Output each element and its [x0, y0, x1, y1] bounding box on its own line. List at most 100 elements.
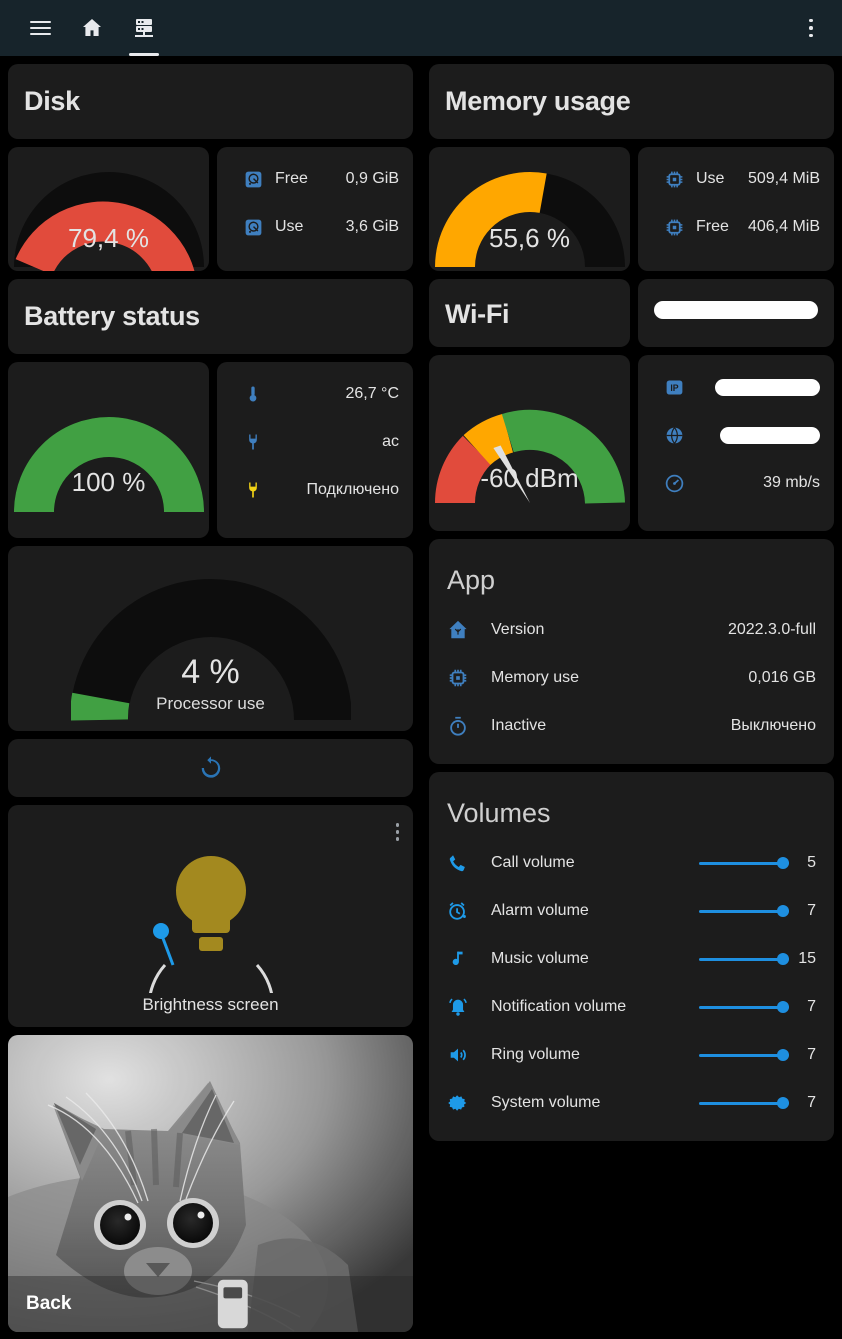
slider-thumb[interactable] — [777, 905, 789, 917]
app-inactive-label: Inactive — [491, 717, 547, 734]
memory-title-card: Memory usage — [429, 64, 834, 139]
volume-label-call: Call volume — [491, 854, 575, 871]
disk-free-label: Free — [275, 170, 308, 187]
volume-slider-call[interactable] — [699, 853, 789, 873]
disk-use-label: Use — [275, 218, 304, 235]
memory-free-value: 406,4 MiB — [747, 218, 820, 235]
speedometer-icon — [652, 473, 696, 494]
volume-row-notification[interactable]: Notification volume 7 — [429, 983, 834, 1031]
more-vertical-icon — [809, 18, 813, 23]
remote-device-icon[interactable] — [71, 1276, 395, 1332]
wifi-stats-card: IP 39 mb/s — [638, 355, 834, 531]
dashboard-columns: Disk 79,4 % Free 0,9 GiB Use 3,6 GiB Bat… — [0, 56, 842, 1332]
lightbulb-icon — [175, 856, 246, 951]
tab-server[interactable] — [118, 0, 170, 56]
wifi-ip-redacted — [715, 378, 820, 396]
volume-value-alarm: 7 — [807, 902, 816, 919]
tab-home[interactable] — [66, 0, 118, 56]
memory-free-row: Free 406,4 MiB — [652, 203, 820, 251]
server-rack-icon — [135, 19, 153, 37]
app-title: App — [447, 565, 496, 595]
app-memory-label: Memory use — [491, 669, 580, 686]
processor-gauge: 4 % Processor use — [8, 546, 413, 731]
volume-label-alarm: Alarm volume — [491, 902, 589, 919]
battery-stats-card: 26,7 °C ac Подключено — [217, 362, 413, 538]
volume-slider-notification[interactable] — [699, 997, 789, 1017]
wifi-signal-gauge: -60 dBm — [429, 355, 630, 531]
brightness-dial-area[interactable]: Brightness screen — [8, 805, 413, 1027]
memory-use-value: 509,4 MiB — [747, 170, 820, 187]
disk-gauge: 79,4 % — [8, 147, 209, 271]
volume-slider-alarm[interactable] — [699, 901, 789, 921]
disk-gauge-value: 79,4 % — [68, 223, 149, 253]
volume-high-icon — [447, 1044, 491, 1066]
alarm-icon — [447, 900, 491, 922]
left-column: Disk 79,4 % Free 0,9 GiB Use 3,6 GiB Bat… — [0, 56, 421, 1332]
overflow-menu-button[interactable] — [794, 0, 828, 56]
slider-thumb[interactable] — [777, 1097, 789, 1109]
slider-thumb[interactable] — [777, 857, 789, 869]
brightness-label: Brightness screen — [142, 995, 279, 1014]
wifi-speed-value: 39 mb/s — [763, 474, 820, 491]
volume-row-music[interactable]: Music volume 15 — [429, 935, 834, 983]
battery-plugged-row: Подключено — [231, 466, 399, 514]
battery-title: Battery status — [24, 301, 200, 331]
svg-text:IP: IP — [670, 383, 678, 393]
volume-label-ring: Ring volume — [491, 1046, 580, 1063]
volume-row-ring[interactable]: Ring volume 7 — [429, 1031, 834, 1079]
hamburger-menu-icon — [29, 17, 51, 39]
disk-stat-row: Use 3,6 GiB — [231, 203, 399, 251]
power-plug-icon — [231, 432, 275, 452]
battery-temperature-value: 26,7 °C — [345, 385, 399, 402]
globe-icon — [652, 425, 696, 446]
disk-title-card: Disk — [8, 64, 413, 139]
power-plug-charging-icon — [231, 480, 275, 500]
battery-temperature-row: 26,7 °C — [231, 370, 399, 418]
slider-thumb[interactable] — [777, 1001, 789, 1013]
brightness-overflow-button[interactable] — [395, 823, 399, 841]
app-card: App Version 2022.3.0-full Memory use 0,0… — [429, 539, 834, 764]
wifi-content-row: -60 dBm IP 39 mb/s — [429, 347, 834, 531]
disk-stats: Free 0,9 GiB Use 3,6 GiB — [217, 147, 413, 259]
app-version-row: Version 2022.3.0-full — [429, 606, 834, 654]
slider-thumb[interactable] — [777, 953, 789, 965]
hamburger-menu-button[interactable] — [14, 0, 66, 56]
slider-thumb[interactable] — [777, 1049, 789, 1061]
dashboard: Disk 79,4 % Free 0,9 GiB Use 3,6 GiB Bat… — [0, 56, 842, 1332]
battery-gauge-card: 100 % — [8, 362, 209, 538]
volume-slider-system[interactable] — [699, 1093, 789, 1113]
memory-use-label: Use — [696, 170, 725, 187]
brightness-dial[interactable] — [111, 813, 311, 993]
wifi-title: Wi-Fi — [445, 299, 510, 329]
volume-row-call[interactable]: Call volume 5 — [429, 839, 834, 887]
volumes-title: Volumes — [447, 798, 551, 828]
volume-slider-music[interactable] — [699, 949, 789, 969]
wifi-speed-row: 39 mb/s — [652, 459, 820, 507]
right-column: Memory usage 55,6 % Use 509,4 MiB Free 4… — [421, 56, 842, 1141]
slider-track — [699, 1006, 789, 1009]
volume-slider-ring[interactable] — [699, 1045, 789, 1065]
brightness-card[interactable]: Brightness screen — [8, 805, 413, 1027]
volume-row-system[interactable]: System volume 7 — [429, 1079, 834, 1127]
disk-title: Disk — [24, 86, 80, 116]
app-inactive-value: Выключено — [730, 717, 816, 734]
battery-plugged-value: Подключено — [306, 481, 399, 498]
wifi-ssid-redacted — [654, 301, 818, 319]
photo-caption-bar[interactable]: Back — [8, 1276, 413, 1332]
refresh-card[interactable] — [8, 739, 413, 797]
processor-caption: Processor use — [156, 694, 265, 713]
memory-chip-icon — [652, 169, 696, 190]
wifi-ip-row: IP — [652, 363, 820, 411]
app-bar — [0, 0, 842, 56]
volume-row-alarm[interactable]: Alarm volume 7 — [429, 887, 834, 935]
wifi-header-row: Wi-Fi — [429, 271, 834, 347]
battery-stats: 26,7 °C ac Подключено — [217, 362, 413, 522]
more-vertical-icon — [395, 823, 399, 827]
battery-source-value: ac — [382, 433, 399, 450]
photo-card[interactable]: Back — [8, 1035, 413, 1332]
slider-track — [699, 1102, 789, 1105]
ip-network-icon: IP — [652, 377, 696, 398]
restart-icon[interactable] — [197, 754, 225, 782]
slider-track — [699, 862, 789, 865]
slider-track — [699, 1054, 789, 1057]
